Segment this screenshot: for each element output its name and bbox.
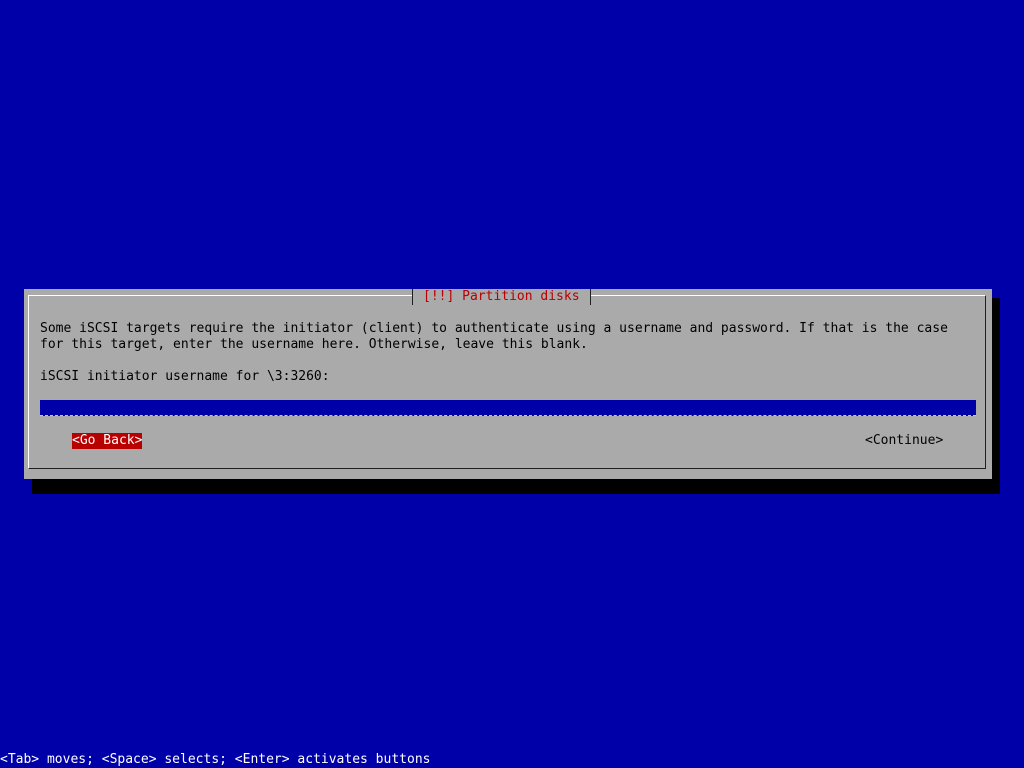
dialog-message: Some iSCSI targets require the initiator…: [40, 321, 948, 352]
dialog-title: [!!] Partition disks: [412, 289, 591, 305]
continue-button[interactable]: <Continue>: [865, 433, 943, 449]
keyboard-help-status-line: <Tab> moves; <Space> selects; <Enter> ac…: [0, 752, 431, 767]
iscsi-username-input[interactable]: [40, 400, 976, 416]
partition-disks-dialog: [!!] Partition disks Some iSCSI targets …: [24, 289, 992, 479]
username-prompt-label: iSCSI initiator username for \3:3260:: [40, 369, 330, 384]
go-back-button[interactable]: <Go Back>: [72, 433, 143, 449]
installer-screen: [!!] Partition disks Some iSCSI targets …: [0, 0, 1024, 768]
